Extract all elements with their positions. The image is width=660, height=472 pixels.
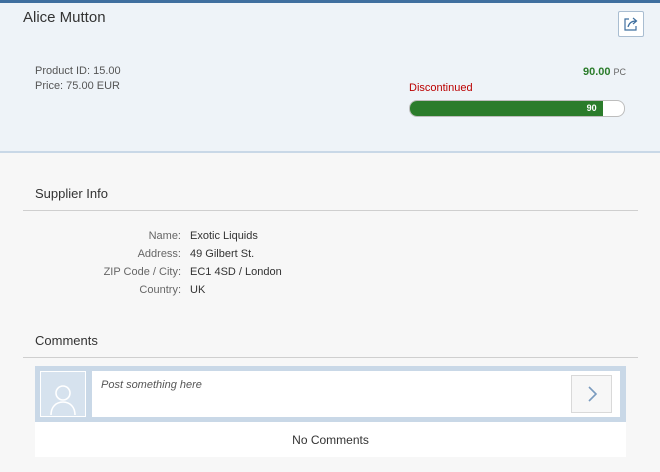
supplier-divider (23, 210, 638, 211)
quantity-number: 90.00 PC (583, 66, 626, 78)
person-icon (50, 385, 76, 416)
quantity-value: 90.00 (582, 66, 611, 78)
product-id-attribute: Product ID: 15.00 (35, 65, 121, 77)
supplier-address-value: 49 Gilbert St. (190, 248, 255, 260)
status-text: Discontinued (409, 82, 473, 94)
chevron-right-icon (587, 386, 597, 402)
supplier-address-label: Address: (137, 248, 181, 260)
avatar (40, 371, 86, 417)
post-button[interactable] (571, 375, 612, 413)
feed-input-container: Post something here (35, 366, 626, 422)
supplier-name-label: Name: (148, 230, 181, 242)
comments-divider (23, 357, 638, 358)
quantity-unit: PC (613, 67, 626, 77)
comment-input-placeholder: Post something here (101, 379, 202, 391)
share-icon (624, 17, 638, 31)
supplier-zip-city-value: EC1 4SD / London (190, 266, 282, 278)
object-header: Alice Mutton Product ID: 15.00 Price: 75… (0, 3, 660, 153)
comments-section-title: Comments (35, 333, 98, 348)
no-comments-text: No Comments (35, 422, 626, 457)
page-title: Alice Mutton (23, 9, 106, 26)
stock-progress-fill: 90 (410, 101, 603, 116)
stock-progress-indicator: 90 (409, 100, 625, 117)
comment-input[interactable]: Post something here (92, 371, 620, 417)
supplier-name-value: Exotic Liquids (190, 230, 258, 242)
supplier-section-title: Supplier Info (35, 186, 108, 201)
supplier-zip-city-label: ZIP Code / City: (103, 266, 181, 278)
share-button[interactable] (618, 11, 644, 37)
price-attribute: Price: 75.00 EUR (35, 80, 120, 92)
stock-progress-label: 90 (586, 103, 597, 113)
supplier-country-label: Country: (139, 284, 181, 296)
supplier-country-value: UK (190, 284, 206, 296)
